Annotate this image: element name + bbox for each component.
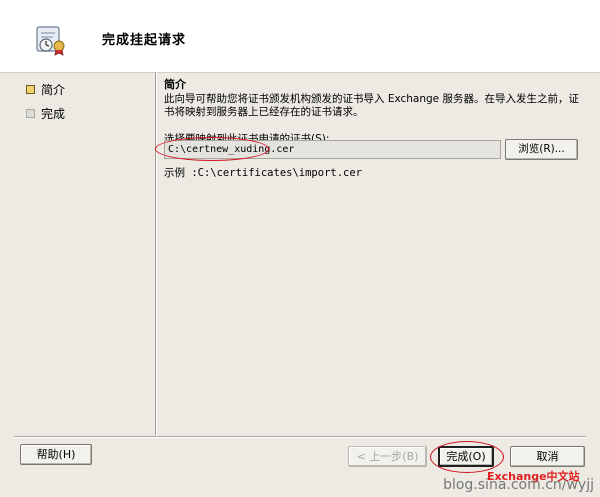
browse-button[interactable]: 浏览(R)... <box>505 139 578 160</box>
active-step-marker-icon <box>26 84 35 94</box>
wizard-steps-nav: 简介 完成 <box>26 80 136 128</box>
cancel-button[interactable]: 取消 <box>510 446 585 467</box>
certificate-wizard-icon <box>36 26 65 56</box>
nav-item-label: 简介 <box>41 82 66 97</box>
content-panel: 简介 此向导可帮助您将证书颁发机构颁发的证书导入 Exchange 服务器。在导… <box>164 76 584 146</box>
vertical-divider <box>155 72 156 435</box>
nav-item-finish: 完成 <box>26 104 136 122</box>
section-title: 简介 <box>164 78 186 91</box>
watermark: blog.sina.com.cn/wyjj <box>443 477 594 493</box>
page-title: 完成挂起请求 <box>102 33 187 48</box>
wizard-description: 此向导可帮助您将证书颁发机构颁发的证书导入 Exchange 服务器。在导入发生… <box>164 93 579 118</box>
pending-step-marker-icon <box>26 108 35 118</box>
finish-button[interactable]: 完成(O) <box>438 446 494 467</box>
certificate-path-input[interactable]: C:\certnew_xuding.cer <box>164 140 501 159</box>
example-path-hint: 示例 :C:\certificates\import.cer <box>164 167 363 179</box>
back-button[interactable]: < 上一步(B) <box>348 446 427 467</box>
wizard-header: 完成挂起请求 <box>0 0 600 73</box>
footer-divider <box>14 436 586 437</box>
help-button[interactable]: 帮助(H) <box>20 444 92 465</box>
nav-item-intro: 简介 <box>26 80 136 98</box>
nav-item-label: 完成 <box>41 106 66 121</box>
